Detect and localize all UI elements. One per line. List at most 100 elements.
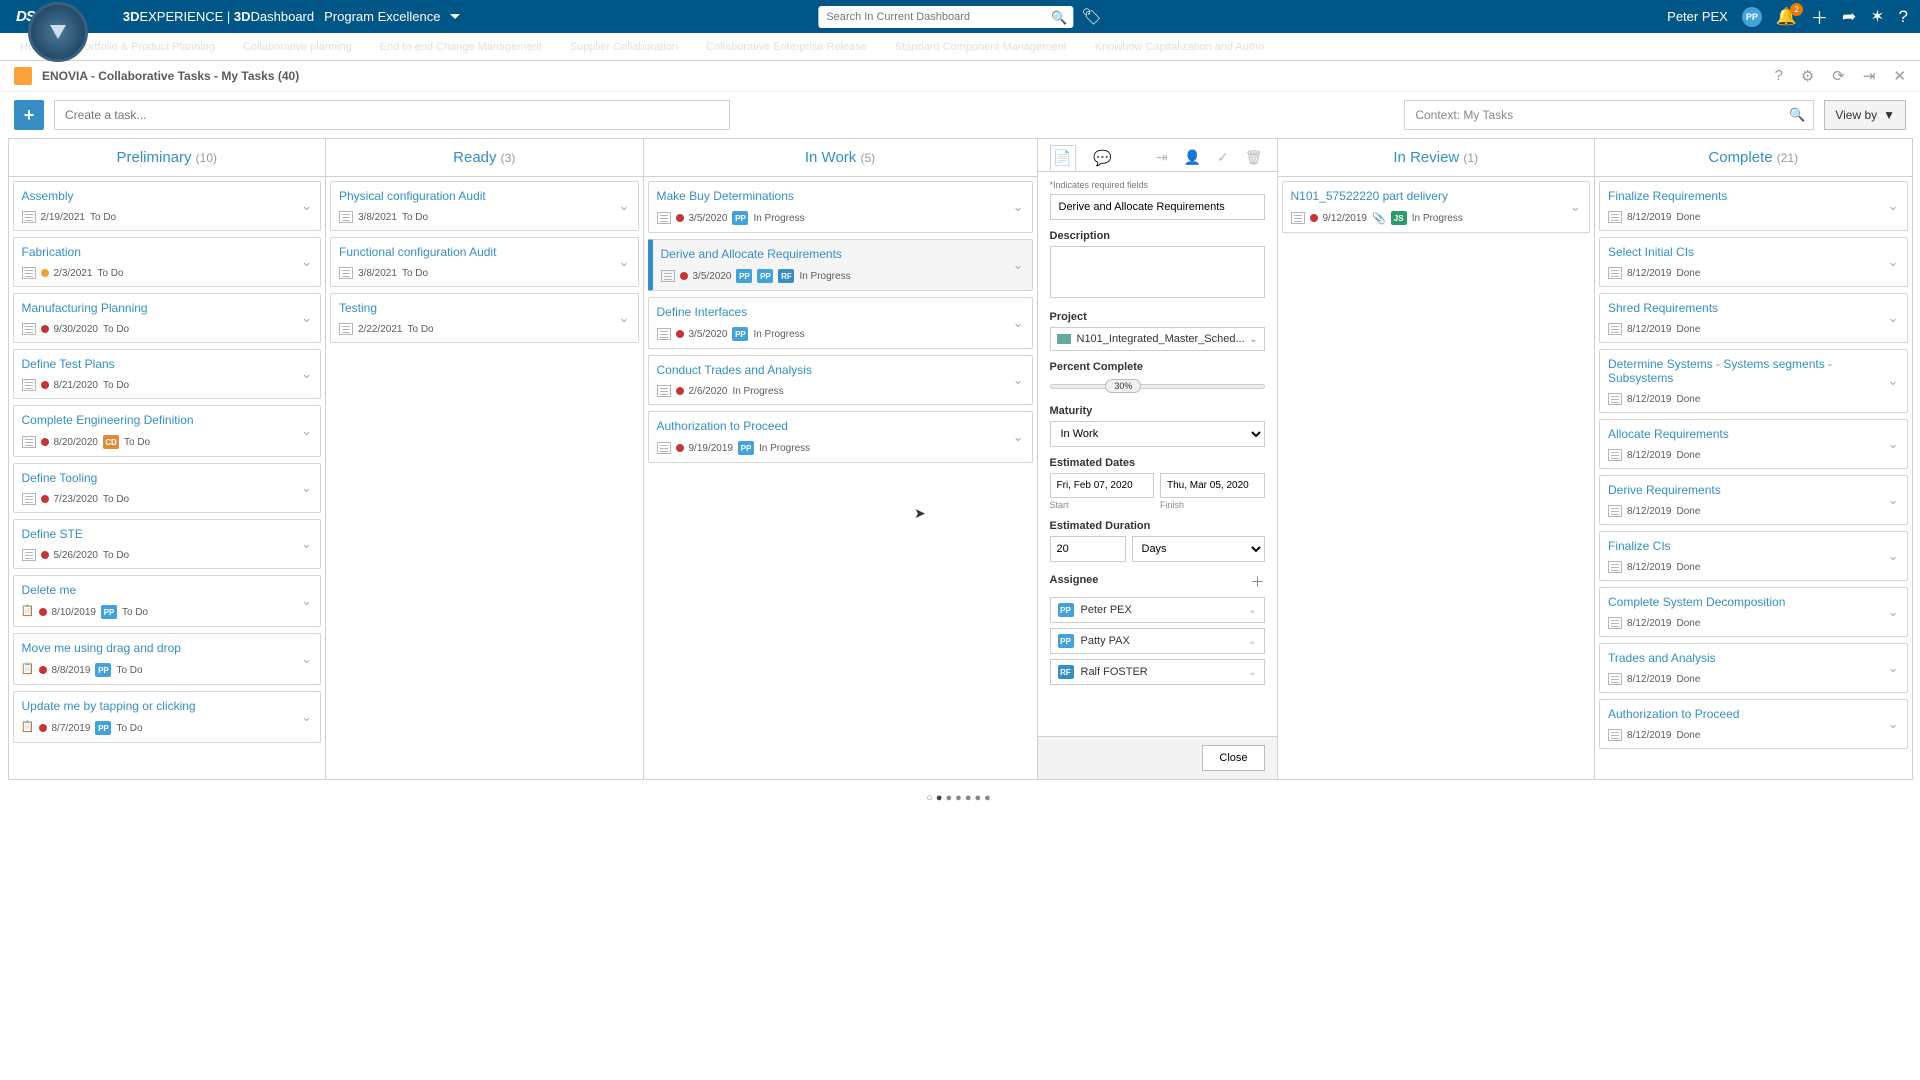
- chevron-down-icon[interactable]: ⌄: [619, 198, 630, 214]
- card-title[interactable]: Finalize CIs: [1600, 532, 1907, 557]
- subnav-item[interactable]: Supplier Collaboration: [570, 41, 678, 53]
- task-card[interactable]: N101_57522220 part delivery 9/12/2019 📎 …: [1282, 181, 1591, 233]
- card-title[interactable]: Trades and Analysis: [1600, 644, 1907, 669]
- task-title-input[interactable]: [1050, 194, 1265, 220]
- card-title[interactable]: Authorization to Proceed: [649, 412, 1032, 437]
- widget-refresh-icon[interactable]: ⟳: [1832, 67, 1845, 85]
- chevron-down-icon[interactable]: ⌄: [1888, 373, 1899, 389]
- chevron-down-icon[interactable]: ⌄: [301, 480, 312, 496]
- chevron-down-icon[interactable]: ⌄: [1888, 660, 1899, 676]
- card-title[interactable]: N101_57522220 part delivery: [1283, 182, 1590, 207]
- detail-tab-comments[interactable]: 💬: [1090, 145, 1116, 171]
- task-card[interactable]: Define STE 5/26/2020 To Do ⌄: [13, 519, 322, 569]
- card-title[interactable]: Select Initial CIs: [1600, 238, 1907, 263]
- task-card[interactable]: Delete me 8/10/2019 PP To Do ⌄: [13, 575, 322, 627]
- description-input[interactable]: [1050, 246, 1265, 298]
- search-icon[interactable]: 🔍: [1051, 10, 1067, 26]
- chevron-down-icon[interactable]: ⌄: [301, 423, 312, 439]
- chevron-down-icon[interactable]: ⌄: [619, 310, 630, 326]
- finish-date-input[interactable]: [1160, 473, 1265, 498]
- task-card[interactable]: Complete Engineering Definition 8/20/202…: [13, 405, 322, 457]
- chevron-down-icon[interactable]: ⌄: [1888, 254, 1899, 270]
- start-date-input[interactable]: [1050, 473, 1155, 498]
- detail-export-icon[interactable]: ⇥: [1154, 145, 1170, 171]
- chevron-down-icon[interactable]: ⌄: [301, 593, 312, 609]
- chevron-down-icon[interactable]: ⌄: [1013, 429, 1024, 445]
- chevron-down-icon[interactable]: ⌄: [1888, 604, 1899, 620]
- subnav-item[interactable]: End to end Change Management: [380, 41, 542, 53]
- chevron-down-icon[interactable]: ⌄: [1888, 310, 1899, 326]
- task-card[interactable]: Manufacturing Planning 9/30/2020 To Do ⌄: [13, 293, 322, 343]
- card-title[interactable]: Conduct Trades and Analysis: [649, 356, 1032, 381]
- task-card[interactable]: Make Buy Determinations 3/5/2020 PP In P…: [648, 181, 1033, 233]
- chevron-down-icon[interactable]: ⌄: [1013, 199, 1024, 215]
- add-icon[interactable]: ＋: [1811, 4, 1828, 29]
- chevron-down-icon[interactable]: ⌄: [1888, 436, 1899, 452]
- global-search-input[interactable]: [818, 6, 1073, 28]
- context-filter[interactable]: Context: My Tasks 🔍: [1404, 100, 1814, 130]
- subnav-item[interactable]: Collaborative Enterprise Release: [706, 41, 867, 53]
- card-title[interactable]: Finalize Requirements: [1600, 182, 1907, 207]
- maturity-select[interactable]: In Work: [1050, 421, 1265, 447]
- task-card[interactable]: Finalize Requirements 8/12/2019 Done ⌄: [1599, 181, 1908, 231]
- card-title[interactable]: Allocate Requirements: [1600, 420, 1907, 445]
- chevron-down-icon[interactable]: ⌄: [1888, 716, 1899, 732]
- duration-input[interactable]: [1050, 536, 1126, 562]
- chevron-down-icon[interactable]: ⌄: [301, 310, 312, 326]
- card-title[interactable]: Functional configuration Audit: [331, 238, 638, 263]
- subnav-item[interactable]: Standard Component Management: [895, 41, 1067, 53]
- task-card[interactable]: Functional configuration Audit 3/8/2021 …: [330, 237, 639, 287]
- pager-dots[interactable]: ○●●●●●●: [0, 788, 1920, 808]
- view-by-dropdown[interactable]: View by ▼: [1824, 100, 1906, 130]
- add-assignee-button[interactable]: ＋: [1251, 572, 1265, 592]
- community-icon[interactable]: ✶: [1870, 7, 1884, 27]
- card-title[interactable]: Define Interfaces: [649, 298, 1032, 323]
- chevron-down-icon[interactable]: ⌄: [301, 198, 312, 214]
- card-title[interactable]: Shred Requirements: [1600, 294, 1907, 319]
- help-icon[interactable]: ?: [1899, 7, 1908, 27]
- chevron-down-icon[interactable]: ⌄: [301, 651, 312, 667]
- task-card[interactable]: Testing 2/22/2021 To Do ⌄: [330, 293, 639, 343]
- card-title[interactable]: Complete Engineering Definition: [14, 406, 321, 431]
- task-card[interactable]: Define Tooling 7/23/2020 To Do ⌄: [13, 463, 322, 513]
- user-name[interactable]: Peter PEX: [1667, 9, 1728, 24]
- chevron-down-icon[interactable]: ⌄: [301, 536, 312, 552]
- task-card[interactable]: Update me by tapping or clicking 8/7/201…: [13, 691, 322, 743]
- assignee-row[interactable]: RFRalf FOSTER⌄: [1050, 659, 1265, 685]
- task-card[interactable]: Authorization to Proceed 9/19/2019 PP In…: [648, 411, 1033, 463]
- subnav-item[interactable]: Collaborative planning: [243, 41, 352, 53]
- task-card[interactable]: Physical configuration Audit 3/8/2021 To…: [330, 181, 639, 231]
- card-title[interactable]: Manufacturing Planning: [14, 294, 321, 319]
- compass-icon[interactable]: [28, 2, 88, 62]
- create-task-input[interactable]: [54, 100, 730, 130]
- subnav-item[interactable]: Portfolio & Product Planning: [77, 41, 215, 53]
- widget-close-icon[interactable]: ✕: [1893, 67, 1906, 85]
- subnav-item[interactable]: Knowhow Capitalization and Autho: [1095, 41, 1264, 53]
- card-title[interactable]: Define Tooling: [14, 464, 321, 489]
- card-title[interactable]: Move me using drag and drop: [14, 634, 321, 659]
- task-card[interactable]: Select Initial CIs 8/12/2019 Done ⌄: [1599, 237, 1908, 287]
- task-card[interactable]: Define Interfaces 3/5/2020 PP In Progres…: [648, 297, 1033, 349]
- card-title[interactable]: Define Test Plans: [14, 350, 321, 375]
- chevron-down-icon[interactable]: ⌄: [1570, 199, 1581, 215]
- chevron-down-icon[interactable]: ⌄: [301, 709, 312, 725]
- widget-help-icon[interactable]: ?: [1774, 67, 1782, 85]
- task-card[interactable]: Derive and Allocate Requirements 3/5/202…: [648, 239, 1033, 291]
- card-title[interactable]: Make Buy Determinations: [649, 182, 1032, 207]
- assignee-row[interactable]: PPPatty PAX⌄: [1050, 628, 1265, 654]
- task-card[interactable]: Define Test Plans 8/21/2020 To Do ⌄: [13, 349, 322, 399]
- widget-popout-icon[interactable]: ⇥: [1863, 67, 1876, 85]
- card-title[interactable]: Assembly: [14, 182, 321, 207]
- card-title[interactable]: Define STE: [14, 520, 321, 545]
- card-title[interactable]: Update me by tapping or clicking: [14, 692, 321, 717]
- chevron-down-icon[interactable]: ⌄: [1013, 372, 1024, 388]
- chevron-down-icon[interactable]: ⌄: [301, 366, 312, 382]
- detail-assign-icon[interactable]: 👤: [1182, 145, 1203, 171]
- card-title[interactable]: Physical configuration Audit: [331, 182, 638, 207]
- notifications-icon[interactable]: 🔔2: [1776, 7, 1797, 27]
- task-card[interactable]: Fabrication 2/3/2021 To Do ⌄: [13, 237, 322, 287]
- search-icon[interactable]: 🔍: [1789, 107, 1805, 123]
- detail-complete-icon[interactable]: ✓: [1215, 145, 1231, 171]
- tag-icon[interactable]: 🏷: [1081, 7, 1101, 27]
- chevron-down-icon[interactable]: ⌄: [1013, 315, 1024, 331]
